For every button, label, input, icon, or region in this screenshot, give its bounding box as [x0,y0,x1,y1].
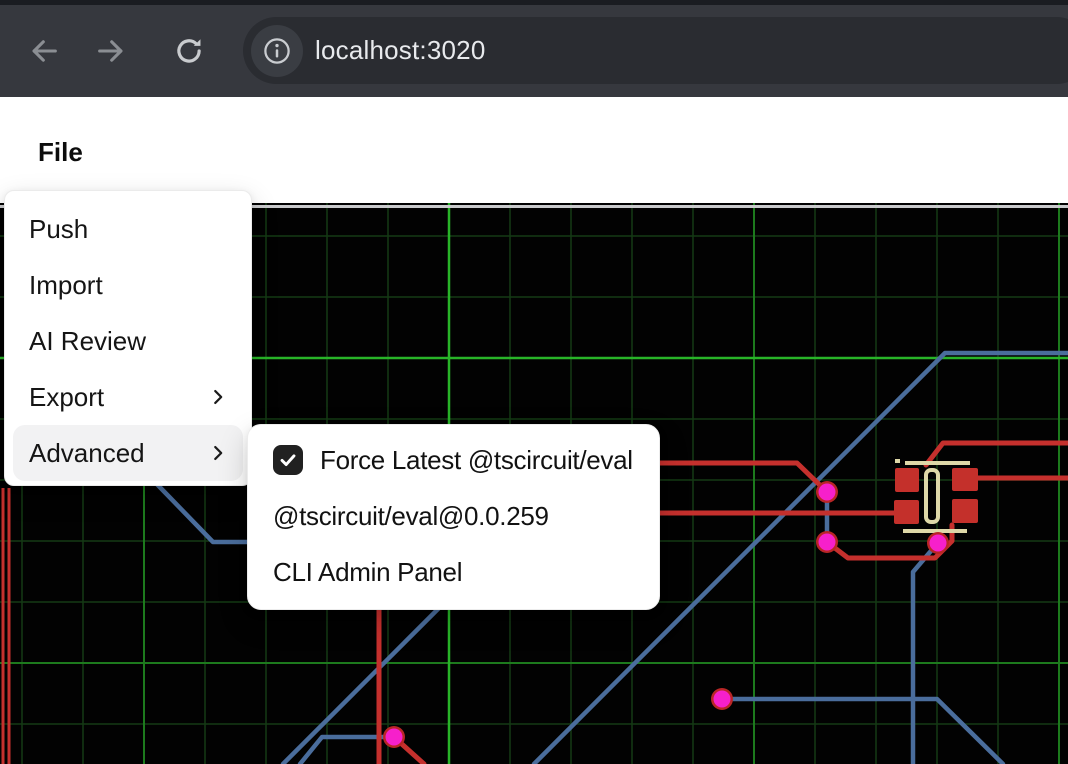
reload-button[interactable] [171,33,207,69]
submenu-item-label: Force Latest @tscircuit/eval [320,445,633,476]
back-button[interactable] [26,33,62,69]
browser-tabstrip [0,0,1068,5]
submenu-item-force-latest[interactable]: Force Latest @tscircuit/eval [258,432,649,488]
url-bar[interactable]: localhost:3020 [243,17,1068,84]
forward-button[interactable] [93,33,129,69]
chevron-right-icon [207,442,229,464]
reload-icon [173,35,205,67]
menu-item-advanced[interactable]: Advanced [13,425,243,481]
page-background [0,97,1068,203]
info-icon [262,36,292,66]
url-text[interactable]: localhost:3020 [315,17,485,84]
submenu-item-cli-admin-panel[interactable]: CLI Admin Panel [258,544,649,600]
checkbox-checked[interactable] [273,445,303,475]
menu-item-ai-review[interactable]: AI Review [13,313,243,369]
menu-item-label: AI Review [29,326,146,357]
menu-item-label: Import [29,270,103,301]
browser-toolbar: localhost:3020 [0,0,1068,97]
menu-item-label: Export [29,382,104,413]
site-info-button[interactable] [251,25,303,77]
menu-item-export[interactable]: Export [13,369,243,425]
submenu-item-label: CLI Admin Panel [273,557,462,588]
forward-arrow-icon [94,34,128,68]
app-window: localhost:3020 File Push Import AI Revie… [0,0,1068,764]
check-icon [277,449,299,471]
menu-item-label: Push [29,214,88,245]
chevron-right-icon [207,386,229,408]
menu-item-import[interactable]: Import [13,257,243,313]
menu-item-push[interactable]: Push [13,201,243,257]
menu-item-label: Advanced [29,438,145,469]
advanced-submenu: Force Latest @tscircuit/eval @tscircuit/… [247,424,660,610]
file-dropdown-menu: Push Import AI Review Export Advanced [4,190,252,486]
submenu-item-eval-version[interactable]: @tscircuit/eval@0.0.259 [258,488,649,544]
file-menubar-item[interactable]: File [38,137,83,168]
submenu-item-label: @tscircuit/eval@0.0.259 [273,501,549,532]
back-arrow-icon [27,34,61,68]
